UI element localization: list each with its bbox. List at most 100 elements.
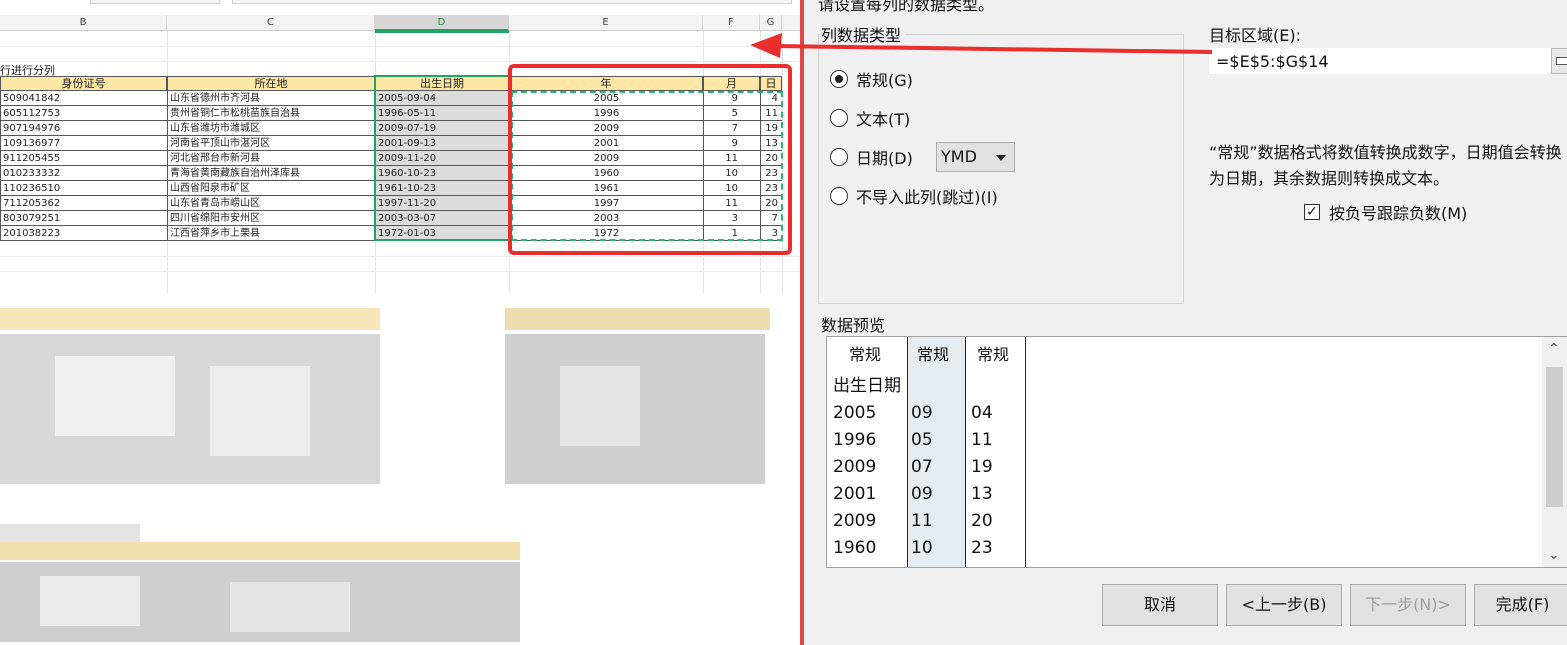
cell-location[interactable]: 山东省德州市齐河县 (167, 91, 375, 106)
preview-separator (1025, 337, 1026, 567)
cell-id[interactable]: 010233332 (0, 166, 167, 181)
preview-label: 数据预览 (821, 316, 886, 335)
column-header-g[interactable]: G (760, 15, 782, 31)
column-header-b[interactable]: B (0, 15, 167, 31)
preview-cell: 13 (971, 484, 993, 504)
radio-general[interactable]: 常规(G) (830, 67, 913, 91)
radio-skip-label: 不导入此列(跳过)(I) (856, 188, 998, 207)
preview-scrollbar[interactable]: ⌃ ⌄ (1542, 337, 1567, 567)
preview-header[interactable]: 常规 (977, 337, 1009, 373)
scroll-up-icon[interactable]: ⌃ (1548, 341, 1560, 357)
radio-skip[interactable]: 不导入此列(跳过)(I) (830, 184, 998, 208)
preview-cell: 19 (971, 457, 993, 477)
preview-cell: 23 (971, 538, 993, 558)
checkbox-checked-icon[interactable]: ✓ (1304, 204, 1320, 220)
cancel-button[interactable]: 取消 (1102, 584, 1218, 626)
cell-location[interactable]: 江西省萍乡市上栗县 (167, 226, 375, 241)
cell-location[interactable]: 贵州省铜仁市松桃苗族自治县 (167, 106, 375, 121)
date-format-value: YMD (941, 147, 977, 166)
cell-id[interactable]: 109136977 (0, 136, 167, 151)
back-button[interactable]: <上一步(B) (1226, 584, 1342, 626)
cell-location[interactable]: 山西省阳泉市矿区 (167, 181, 375, 196)
negative-sign-checkbox[interactable]: ✓ 按负号跟踪负数(M) (1304, 200, 1467, 224)
format-description: “常规”数据格式将数值转换成数字，日期值会转换为日期，其余数据则转换成文本。 (1209, 143, 1562, 188)
preview-cell: 20 (971, 511, 993, 531)
date-format-select[interactable]: YMD (936, 142, 1015, 172)
dialog-instruction: 请设置每列的数据类型。 (818, 0, 995, 14)
preview-cell: 1996 (833, 430, 877, 450)
cell-id[interactable]: 201038223 (0, 226, 167, 241)
radio-icon[interactable] (830, 109, 848, 127)
column-header-row: B C D E F G (0, 15, 800, 31)
sheet-tab[interactable] (232, 0, 792, 4)
scroll-down-icon[interactable]: ⌄ (1548, 547, 1560, 563)
grid-line (0, 46, 800, 47)
cell-id[interactable]: 711205362 (0, 196, 167, 211)
cell-id[interactable]: 911205455 (0, 151, 167, 166)
radio-date[interactable]: 日期(D) (830, 145, 913, 169)
data-preview[interactable]: 常规 常规 常规 出生日期 2005 09 04 1996 05 11 2009 07 19 200… (826, 336, 1567, 568)
sheet-tab[interactable] (90, 0, 220, 4)
range-picker-button[interactable] (1551, 48, 1567, 74)
preview-cell: 10 (911, 538, 933, 558)
column-d-selection (375, 31, 509, 33)
cell-id[interactable]: 509041842 (0, 91, 167, 106)
preview-cell: 出生日期 (833, 376, 901, 396)
preview-header[interactable]: 常规 (917, 337, 949, 373)
column-header-c[interactable]: C (167, 15, 375, 31)
preview-cell: 2009 (833, 457, 877, 477)
column-header-f[interactable]: F (703, 15, 760, 31)
annotation-red-box (508, 64, 792, 255)
target-area-input[interactable]: =$E$5:$G$14 (1209, 48, 1551, 74)
cell-location[interactable]: 河南省平顶山市湛河区 (167, 136, 375, 151)
range-select-icon (1556, 57, 1567, 65)
column-type-group-label: 列数据类型 (821, 22, 906, 46)
scrollbar-thumb[interactable] (1546, 367, 1563, 507)
cell-location[interactable]: 青海省黄南藏族自治州泽库县 (167, 166, 375, 181)
header-location[interactable]: 所在地 (167, 76, 375, 91)
target-area-label: 目标区域(E): (1209, 26, 1301, 45)
preview-cell: 11 (911, 511, 933, 531)
radio-selected-icon[interactable] (830, 70, 848, 88)
column-header-d[interactable]: D (375, 15, 509, 31)
cell-location[interactable]: 山东省青岛市崂山区 (167, 196, 375, 211)
radio-date-label: 日期(D) (856, 149, 913, 168)
cell-location[interactable]: 山东省潍坊市潍城区 (167, 121, 375, 136)
negative-sign-label: 按负号跟踪负数(M) (1329, 204, 1468, 223)
preview-cell: 07 (911, 457, 933, 477)
chevron-down-icon[interactable] (996, 155, 1006, 161)
spreadsheet: B C D E F G 行进行分列 身份证号 所在地 出生日期 年 月 日 50… (0, 0, 800, 645)
text-to-columns-dialog: 请设置每列的数据类型。 列数据类型 常规(G) 文本(T) 日期(D) YMD … (800, 0, 1567, 645)
preview-cell: 09 (911, 403, 933, 423)
radio-icon[interactable] (830, 187, 848, 205)
preview-cell: 1960 (833, 538, 877, 558)
radio-text-label: 文本(T) (856, 110, 911, 129)
preview-cell: 05 (911, 430, 933, 450)
blurred-region (0, 296, 800, 645)
radio-text[interactable]: 文本(T) (830, 106, 910, 130)
cell-location[interactable]: 四川省绵阳市安州区 (167, 211, 375, 226)
preview-cell: 2005 (833, 403, 877, 423)
finish-button[interactable]: 完成(F) (1474, 584, 1567, 626)
preview-cell: 04 (971, 403, 993, 423)
grid-line (0, 256, 800, 257)
header-id[interactable]: 身份证号 (0, 76, 167, 91)
grid-line (0, 271, 800, 272)
column-header-e[interactable]: E (509, 15, 703, 31)
preview-separator (907, 337, 908, 567)
cell-id[interactable]: 605112753 (0, 106, 167, 121)
preview-header[interactable]: 常规 (849, 337, 881, 373)
radio-general-label: 常规(G) (856, 71, 913, 90)
cell-id[interactable]: 110236510 (0, 181, 167, 196)
radio-icon[interactable] (830, 148, 848, 166)
cell-location[interactable]: 河北省邢台市新河县 (167, 151, 375, 166)
next-button[interactable]: 下一步(N)> (1350, 584, 1466, 626)
date-column-selection (374, 75, 510, 241)
preview-cell: 2009 (833, 511, 877, 531)
cell-id[interactable]: 803079251 (0, 211, 167, 226)
cell-id[interactable]: 907194976 (0, 121, 167, 136)
preview-cell: 09 (911, 484, 933, 504)
preview-cell: 2001 (833, 484, 877, 504)
grid-line (0, 61, 800, 62)
preview-cell: 11 (971, 430, 993, 450)
